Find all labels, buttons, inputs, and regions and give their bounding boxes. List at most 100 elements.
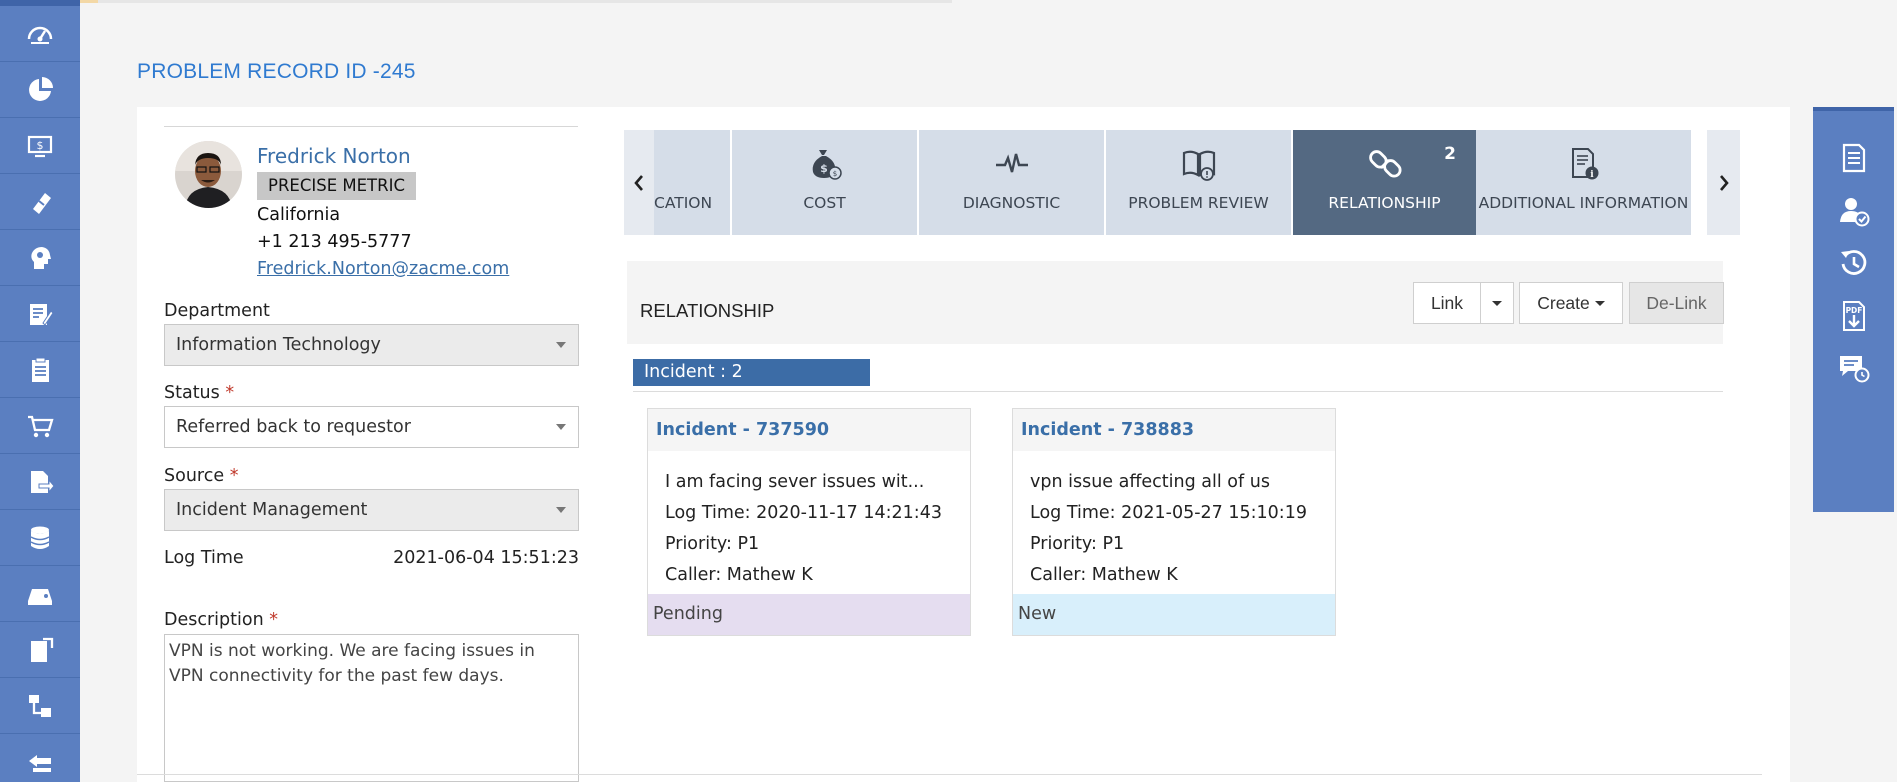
- link-button[interactable]: Link: [1413, 282, 1481, 324]
- nav-cmdb[interactable]: [0, 510, 80, 566]
- requester-name[interactable]: Fredrick Norton: [257, 144, 411, 168]
- department-label: Department: [164, 301, 270, 321]
- nav-catalog[interactable]: [0, 398, 80, 454]
- incident-group-divider: [633, 391, 1723, 392]
- ticket-icon: [33, 192, 51, 214]
- source-select[interactable]: Incident Management: [164, 489, 579, 531]
- description-label: Description *: [164, 610, 278, 630]
- incident-group-header: Incident : 2: [633, 359, 870, 386]
- chevron-down-icon: [556, 424, 566, 430]
- status-select[interactable]: Referred back to requestor: [164, 406, 579, 448]
- svg-text:PDF: PDF: [1845, 306, 1862, 315]
- incident-card-body: I am facing sever issues wit... Log Time…: [648, 451, 970, 591]
- tab-prev-button[interactable]: [624, 130, 654, 235]
- action-history[interactable]: [1813, 238, 1894, 288]
- status-label: Status *: [164, 383, 235, 403]
- incident-summary: vpn issue affecting all of us: [1030, 472, 1270, 492]
- incident-card[interactable]: Incident - 738883 vpn issue affecting al…: [1012, 408, 1336, 636]
- nav-support[interactable]: [0, 230, 80, 286]
- tab-notification[interactable]: CATION: [654, 130, 730, 235]
- action-conversation[interactable]: [1813, 343, 1894, 393]
- tab-cost[interactable]: $ $ COST: [732, 130, 917, 235]
- source-label: Source *: [164, 466, 239, 486]
- head-gear-icon: [31, 246, 51, 269]
- edit-document-icon: [30, 303, 54, 326]
- chevron-down-icon: [556, 342, 566, 348]
- tab-label: ADDITIONAL INFORMATION: [1478, 194, 1689, 212]
- page-title: PROBLEM RECORD ID -245: [137, 60, 416, 83]
- incident-summary: I am facing sever issues wit...: [665, 472, 925, 492]
- money-bag-icon: $ $: [812, 150, 842, 180]
- chat-clock-icon: [1839, 356, 1869, 383]
- pdf-download-icon: PDF: [1842, 301, 1865, 331]
- left-navigation: $: [0, 0, 80, 782]
- flow-icon: [29, 694, 51, 717]
- tab-strip: CATION $ $ COST DIAGNOSTIC PROBLEM REVIEW…: [624, 130, 1740, 235]
- monitor-dollar-icon: $: [27, 135, 53, 157]
- tab-label: COST: [803, 194, 846, 212]
- avatar: [175, 141, 242, 208]
- requester-company-badge: PRECISE METRIC: [257, 172, 416, 200]
- incident-caller: Caller: Mathew K: [1030, 565, 1178, 585]
- action-details[interactable]: [1813, 133, 1894, 183]
- database-icon: [30, 526, 50, 549]
- right-action-panel: PDF: [1813, 107, 1894, 512]
- nav-changes[interactable]: [0, 286, 80, 342]
- file-share-icon: [31, 470, 55, 493]
- nav-assets[interactable]: [0, 566, 80, 622]
- chevron-down-icon: [556, 507, 566, 513]
- svg-text:$: $: [832, 170, 836, 178]
- incident-card[interactable]: Incident - 737590 I am facing sever issu…: [647, 408, 971, 636]
- incident-log-time: Log Time: 2020-11-17 14:21:43: [665, 503, 942, 523]
- nav-tickets[interactable]: [0, 174, 80, 230]
- requester-email-link[interactable]: Fredrick.Norton@zacme.com: [257, 259, 509, 279]
- tab-relationship[interactable]: 2 RELATIONSHIP: [1293, 130, 1476, 235]
- chevron-down-icon: [1492, 300, 1502, 306]
- tab-next-button[interactable]: [1707, 130, 1740, 235]
- tab-additional-information[interactable]: i ADDITIONAL INFORMATION: [1476, 130, 1691, 235]
- required-marker: *: [229, 466, 239, 486]
- nav-tasks[interactable]: [0, 342, 80, 398]
- cart-icon: [28, 415, 54, 437]
- nav-documents[interactable]: [0, 454, 80, 510]
- department-select[interactable]: Information Technology: [164, 324, 579, 366]
- tablet-note-icon: [31, 637, 54, 662]
- description-textarea[interactable]: VPN is not working. We are facing issues…: [164, 634, 579, 782]
- logtime-label: Log Time: [164, 548, 244, 568]
- document-list-icon: [1842, 143, 1865, 173]
- nav-reports[interactable]: [0, 62, 80, 118]
- nav-financial[interactable]: $: [0, 118, 80, 174]
- bottom-divider: [137, 774, 1762, 775]
- nav-workflow[interactable]: [0, 678, 80, 734]
- delink-button[interactable]: De-Link: [1629, 282, 1724, 324]
- requester-phone: +1 213 495-5777: [257, 232, 412, 252]
- link-dropdown-button[interactable]: [1480, 282, 1514, 324]
- nav-layers[interactable]: [0, 734, 80, 782]
- top-loading-line: [80, 0, 952, 3]
- incident-card-title[interactable]: Incident - 738883: [1013, 409, 1335, 451]
- action-pdf-download[interactable]: PDF: [1813, 291, 1894, 341]
- pulse-icon: [995, 153, 1028, 173]
- clipboard-list-icon: [32, 357, 49, 382]
- action-approvals[interactable]: [1813, 186, 1894, 236]
- status-value: Referred back to requestor: [176, 417, 411, 437]
- link-icon: [1368, 150, 1402, 178]
- history-icon: [1840, 250, 1866, 275]
- tab-problem-review[interactable]: PROBLEM REVIEW: [1106, 130, 1291, 235]
- top-loading-accent: [80, 0, 98, 3]
- incident-status: Pending: [648, 594, 970, 635]
- user-approve-icon: [1839, 198, 1869, 227]
- relationship-count-badge: 2: [1444, 144, 1456, 164]
- document-info-icon: i: [1571, 148, 1598, 180]
- tab-diagnostic[interactable]: DIAGNOSTIC: [919, 130, 1104, 235]
- dashboard-icon: [27, 26, 53, 44]
- requester-location: California: [257, 205, 341, 225]
- incident-card-title[interactable]: Incident - 737590: [648, 409, 970, 451]
- nav-knowledge[interactable]: [0, 622, 80, 678]
- nav-dashboard[interactable]: [0, 6, 80, 62]
- create-button[interactable]: Create: [1519, 282, 1623, 324]
- svg-text:$: $: [820, 162, 828, 175]
- chevron-left-icon: [634, 174, 643, 191]
- layers-icon: [29, 754, 51, 772]
- incident-log-time: Log Time: 2021-05-27 15:10:19: [1030, 503, 1307, 523]
